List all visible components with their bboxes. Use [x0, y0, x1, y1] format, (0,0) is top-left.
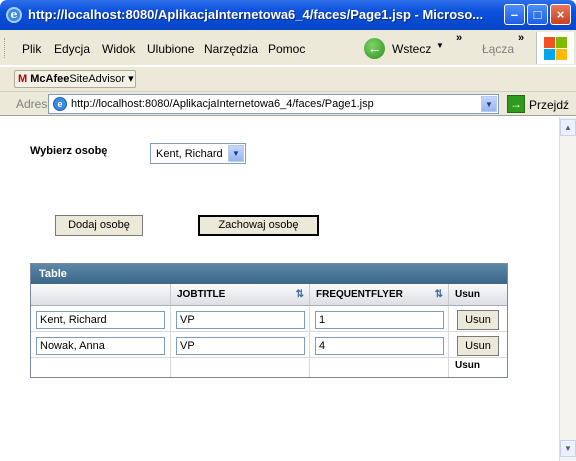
menu-bar: Plik Edycja Widok Ulubione Narzędzia Pom…	[0, 30, 576, 66]
person-select[interactable]: Kent, Richard ▼	[150, 143, 246, 164]
frequentflyer-input[interactable]	[315, 337, 444, 355]
address-url[interactable]: http://localhost:8080/AplikacjaInterneto…	[71, 98, 374, 110]
delete-row-button[interactable]: Usun	[457, 336, 499, 356]
scroll-up-icon[interactable]: ▲	[560, 119, 576, 136]
minimize-icon: –	[510, 7, 519, 22]
column-header-usun: Usun	[449, 284, 507, 306]
vertical-scrollbar[interactable]: ▲ ▼	[559, 117, 576, 461]
address-dropdown-icon[interactable]: ▼	[481, 96, 497, 112]
maximize-icon: □	[533, 7, 542, 22]
person-select-value: Kent, Richard	[156, 148, 223, 160]
back-label: Wstecz	[392, 42, 432, 56]
table-cell	[171, 306, 310, 332]
table-cell	[310, 306, 449, 332]
chevron-down-icon[interactable]: ▼	[228, 145, 244, 162]
menu-plik[interactable]: Plik	[22, 42, 41, 56]
scroll-down-icon[interactable]: ▼	[560, 440, 576, 457]
sort-icon[interactable]: ⇅	[296, 284, 304, 306]
menu-edycja[interactable]: Edycja	[54, 42, 90, 56]
column-header-name[interactable]	[31, 284, 171, 306]
table-cell	[310, 332, 449, 358]
pick-person-label: Wybierz osobę	[30, 145, 108, 157]
go-label: Przejdź	[529, 98, 570, 112]
jobtitle-header-label: JOBTITLE	[177, 289, 226, 300]
maximize-button[interactable]: □	[527, 4, 548, 25]
frequentflyer-input[interactable]	[315, 311, 444, 329]
menu-narzedzia[interactable]: Narzędzia	[204, 42, 258, 56]
menu-ulubione[interactable]: Ulubione	[147, 42, 194, 56]
go-button[interactable]: → Przejdź	[505, 94, 575, 114]
mcafee-label: SiteAdvisor	[69, 73, 125, 85]
close-icon: ×	[556, 7, 565, 22]
toolbar-chevron[interactable]: »	[456, 32, 462, 44]
save-person-button[interactable]: Zachowaj osobę	[198, 215, 319, 236]
jobtitle-input[interactable]	[176, 311, 305, 329]
mcafee-toolbar: M McAfeeSiteAdvisor ▾	[0, 67, 576, 92]
address-input[interactable]: e http://localhost:8080/AplikacjaInterne…	[48, 94, 499, 114]
back-arrow-icon: ←	[364, 38, 385, 59]
table-cell	[171, 332, 310, 358]
name-input[interactable]	[36, 337, 165, 355]
menu-widok[interactable]: Widok	[102, 42, 135, 56]
page-content: Wybierz osobę Kent, Richard ▼ Dodaj osob…	[0, 117, 559, 461]
go-arrow-icon: →	[507, 95, 525, 113]
column-header-jobtitle[interactable]: JOBTITLE ⇅	[171, 284, 310, 306]
table-footer-cell	[31, 358, 171, 377]
name-input[interactable]	[36, 311, 165, 329]
chevron-down-icon: ▾	[128, 73, 134, 85]
footer-usun-label: Usun	[455, 360, 480, 371]
toolbar-grip[interactable]	[4, 38, 7, 58]
table-footer-cell: Usun	[449, 358, 507, 377]
minimize-button[interactable]: –	[504, 4, 525, 25]
page-icon: e	[53, 97, 67, 111]
table-cell: Usun	[449, 332, 507, 358]
back-dropdown-icon[interactable]: ▼	[436, 41, 444, 50]
back-button[interactable]: ← Wstecz ▼	[360, 36, 448, 62]
ie-icon: e	[6, 7, 22, 23]
links-chevron[interactable]: »	[518, 32, 524, 44]
table-footer-cell	[171, 358, 310, 377]
windows-logo-icon	[536, 32, 574, 64]
frequentflyer-header-label: FREQUENTFLYER	[316, 289, 403, 300]
close-button[interactable]: ×	[550, 4, 571, 25]
window-title: http://localhost:8080/AplikacjaInterneto…	[28, 7, 484, 22]
menu-pomoc[interactable]: Pomoc	[268, 42, 305, 56]
title-bar: e http://localhost:8080/AplikacjaInterne…	[0, 0, 576, 30]
table-row	[31, 332, 171, 358]
sort-icon[interactable]: ⇅	[435, 284, 443, 306]
mcafee-brand: McAfee	[30, 73, 70, 85]
add-person-button[interactable]: Dodaj osobę	[55, 215, 143, 236]
jobtitle-input[interactable]	[176, 337, 305, 355]
table-row	[31, 306, 171, 332]
address-label: Adres	[16, 97, 48, 111]
person-table: Table JOBTITLE ⇅ FREQUENTFLYER ⇅ Usun Us…	[30, 263, 508, 378]
address-bar: Adres e http://localhost:8080/AplikacjaI…	[0, 92, 576, 116]
mcafee-siteadvisor-button[interactable]: M McAfeeSiteAdvisor ▾	[14, 70, 136, 88]
table-title: Table	[31, 264, 507, 284]
column-header-frequentflyer[interactable]: FREQUENTFLYER ⇅	[310, 284, 449, 306]
links-label[interactable]: Łącza	[482, 42, 514, 56]
delete-row-button[interactable]: Usun	[457, 310, 499, 330]
table-footer-cell	[310, 358, 449, 377]
table-cell: Usun	[449, 306, 507, 332]
mcafee-logo-icon: M	[18, 73, 28, 85]
